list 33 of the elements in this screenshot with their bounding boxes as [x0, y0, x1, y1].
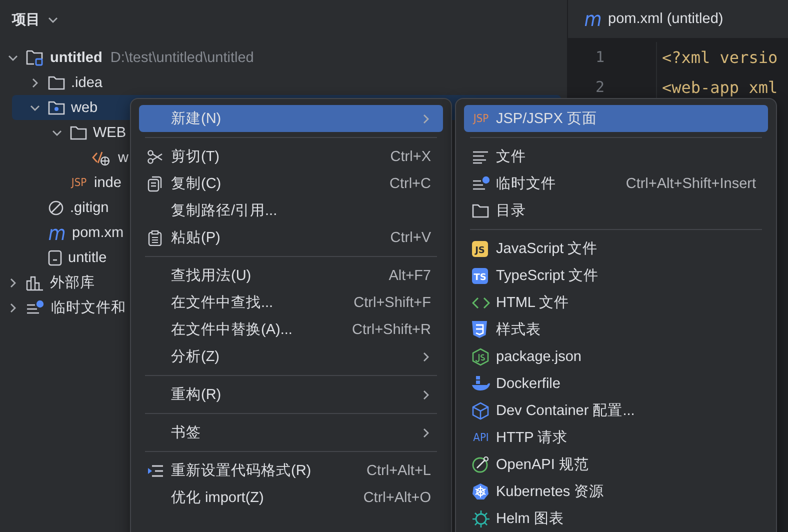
shortcut-label: Ctrl+X — [390, 148, 431, 164]
tree-item-label: inde — [94, 174, 122, 190]
shortcut-label: Ctrl+Alt+O — [363, 490, 431, 506]
tree-item-label: .gitign — [70, 200, 109, 216]
shortcut-label: Alt+F7 — [388, 268, 431, 284]
shortcut-label: Ctrl+C — [390, 176, 431, 192]
code-text: <web-app xml — [662, 78, 778, 96]
shortcut-label: Ctrl+Shift+R — [352, 322, 431, 338]
tree-item-label: untitled — [50, 50, 102, 66]
shortcut-label: Ctrl+Shift+F — [354, 294, 431, 310]
maven-icon: m — [584, 9, 602, 29]
api-icon: API — [472, 432, 490, 443]
typescript-icon: TS — [472, 268, 488, 284]
jsp-icon: JSP — [70, 177, 88, 188]
tree-item-label: WEB — [93, 124, 126, 140]
javascript-icon: JS — [472, 240, 488, 256]
tab-title: pom.xml (untitled) — [608, 11, 724, 27]
shortcut-label: Ctrl+Alt+L — [366, 462, 431, 478]
tree-item-label: pom.xm — [72, 224, 124, 240]
shortcut-label: Ctrl+Alt+Shift+Insert — [626, 176, 756, 192]
tree-item-label: 临时文件和 — [51, 299, 126, 317]
line-number: 1 — [594, 47, 606, 68]
jsp-icon: JSP — [472, 113, 490, 124]
module-path: D:\test\untitled\untitled — [110, 50, 254, 66]
tree-item-label: .idea — [71, 74, 102, 90]
code-text: <?xml versio — [662, 48, 778, 66]
tree-item-label: 外部库 — [50, 274, 95, 292]
shortcut-label: Ctrl+V — [390, 230, 431, 246]
maven-icon: m — [48, 222, 66, 242]
tree-item-label: web — [71, 100, 98, 116]
line-number: 2 — [594, 77, 606, 98]
tree-item-label: w — [118, 150, 128, 166]
tree-item-label: untitle — [68, 250, 107, 266]
